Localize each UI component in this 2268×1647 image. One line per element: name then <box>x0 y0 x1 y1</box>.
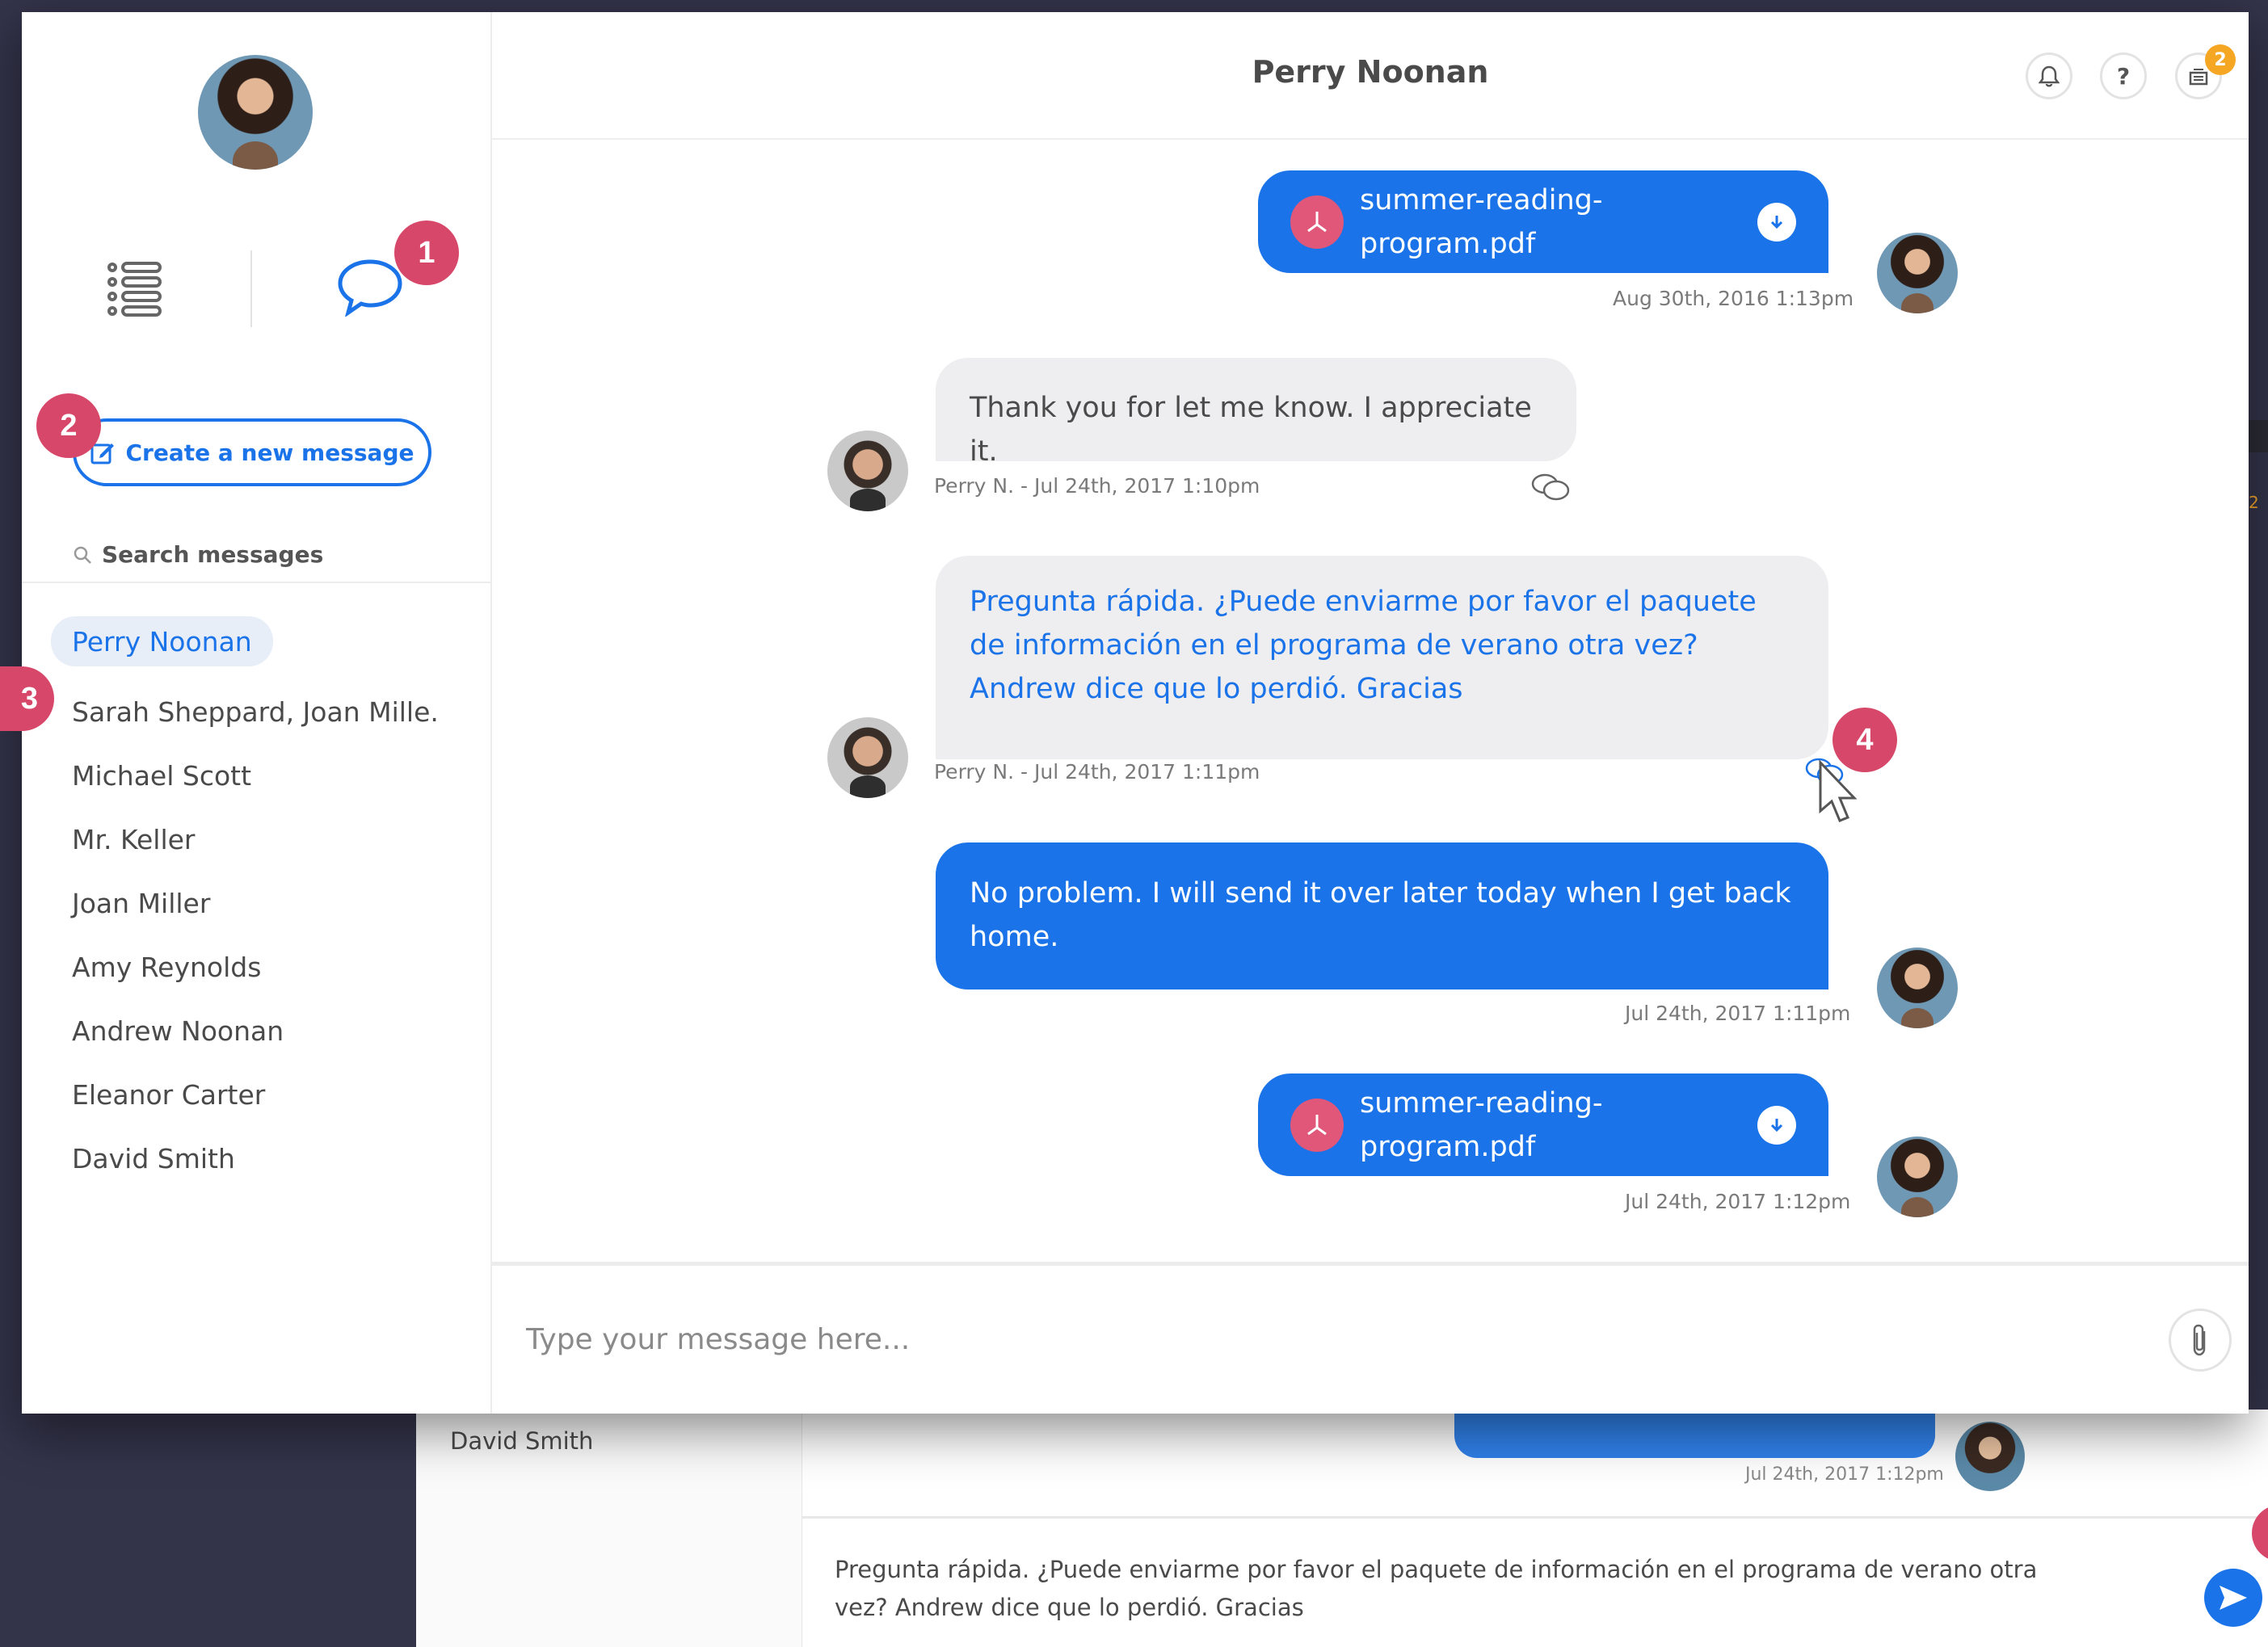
message-timestamp: Aug 30th, 2016 1:13pm <box>1613 287 1854 310</box>
send-icon <box>2220 1586 2247 1610</box>
background-sidebar: David Smith <box>416 1410 802 1647</box>
background-count: 2 <box>2249 493 2259 512</box>
message-file-bubble[interactable]: summer-reading-program.pdf <box>1258 170 1828 273</box>
conversation-item-andrew-noonan[interactable]: Andrew Noonan <box>51 999 460 1063</box>
conversation-item-michael-scott[interactable]: Michael Scott <box>51 744 460 808</box>
background-window: David Smith Jul 24th, 2017 1:12pm Pregun… <box>416 1410 2268 1647</box>
sender-avatar <box>1877 947 1958 1028</box>
bell-icon <box>2039 65 2060 87</box>
message-bubble-translated[interactable]: Pregunta rápida. ¿Puede enviarme por fav… <box>936 556 1828 759</box>
conversation-item-eleanor-carter[interactable]: Eleanor Carter <box>51 1063 460 1127</box>
background-timestamp: Jul 24th, 2017 1:12pm <box>1745 1464 1944 1485</box>
inbox-icon <box>2189 69 2208 86</box>
chat-panel: Perry Noonan ? 2 summer-reading-program.… <box>492 12 2249 1414</box>
contact-avatar <box>827 431 908 511</box>
conversation-item-perry-noonan[interactable]: Perry Noonan <box>51 616 273 666</box>
sender-avatar <box>1877 233 1958 313</box>
message-input[interactable] <box>526 1310 2142 1368</box>
conversation-item-david-smith[interactable]: David Smith <box>51 1127 460 1191</box>
message-text: Thank you for let me know. I appreciate … <box>970 392 1532 468</box>
inbox-count-badge: 2 <box>2205 44 2236 75</box>
message-meta: Perry N. - Jul 24th, 2017 1:10pm <box>934 474 1260 498</box>
message-meta: Perry N. - Jul 24th, 2017 1:11pm <box>934 760 1260 784</box>
background-divider <box>802 1516 2268 1519</box>
conversation-list: Perry Noonan Sarah Sheppard, Joan Mille.… <box>51 616 460 1191</box>
search-placeholder: Search messages <box>102 541 324 568</box>
paperclip-icon <box>2193 1324 2206 1356</box>
sidebar-divider <box>22 582 490 583</box>
background-avatar <box>1955 1422 2025 1491</box>
message-file-bubble[interactable]: summer-reading-program.pdf <box>1258 1073 1828 1176</box>
tutorial-badge-1: 1 <box>394 221 459 285</box>
create-message-button[interactable]: Create a new message <box>73 418 431 486</box>
pdf-icon <box>1290 195 1344 249</box>
file-name: summer-reading-program.pdf <box>1360 1086 1603 1163</box>
help-icon: ? <box>2116 62 2131 90</box>
sidebar: 1 Create a new message 2 Search messages… <box>0 12 492 1414</box>
create-message-label: Create a new message <box>125 439 414 466</box>
messages-window: 1 Create a new message 2 Search messages… <box>0 12 2249 1414</box>
background-edge <box>2249 420 2268 452</box>
chat-header: Perry Noonan ? 2 <box>492 12 2249 140</box>
download-icon[interactable] <box>1757 202 1796 242</box>
message-composer <box>492 1266 2249 1414</box>
help-button[interactable]: ? <box>2100 53 2147 99</box>
contact-avatar <box>827 717 908 798</box>
search-icon <box>74 546 91 564</box>
conversation-item-sarah-sheppard[interactable]: Sarah Sheppard, Joan Mille. <box>51 680 460 744</box>
tutorial-badge-3: 3 <box>0 666 54 731</box>
message-text: Pregunta rápida. ¿Puede enviarme por fav… <box>970 586 1757 705</box>
list-view-icon[interactable] <box>107 261 163 317</box>
search-messages[interactable]: Search messages <box>73 541 323 568</box>
message-bubble[interactable]: Thank you for let me know. I appreciate … <box>936 358 1576 468</box>
chat-title: Perry Noonan <box>1252 54 1489 90</box>
background-file-bubble <box>1454 1410 1935 1458</box>
message-text: No problem. I will send it over later to… <box>970 877 1791 953</box>
background-contact: David Smith <box>450 1427 594 1455</box>
profile-avatar[interactable] <box>198 55 313 170</box>
nav-divider <box>250 250 252 327</box>
chat-bubble-icon[interactable] <box>337 258 403 317</box>
download-icon[interactable] <box>1757 1105 1796 1145</box>
pdf-icon <box>1290 1098 1344 1152</box>
message-bubble[interactable]: No problem. I will send it over later to… <box>936 842 1828 989</box>
send-button[interactable] <box>2204 1569 2262 1627</box>
background-badge <box>2252 1505 2268 1561</box>
message-timestamp: Jul 24th, 2017 1:12pm <box>1625 1190 1851 1213</box>
file-name: summer-reading-program.pdf <box>1360 183 1603 260</box>
conversation-item-joan-miller[interactable]: Joan Miller <box>51 872 460 935</box>
background-draft-text: Pregunta rápida. ¿Puede enviarme por fav… <box>835 1556 2038 1621</box>
notifications-button[interactable] <box>2026 53 2072 99</box>
conversation-item-mr-keller[interactable]: Mr. Keller <box>51 808 460 872</box>
message-timestamp: Jul 24th, 2017 1:11pm <box>1625 1002 1851 1025</box>
tutorial-badge-2: 2 <box>36 393 101 458</box>
sender-avatar <box>1877 1137 1958 1217</box>
conversation-item-amy-reynolds[interactable]: Amy Reynolds <box>51 935 460 999</box>
mouse-cursor-icon <box>1819 759 1858 822</box>
attach-button[interactable] <box>2169 1309 2232 1372</box>
reply-thread-icon[interactable] <box>1530 471 1571 503</box>
